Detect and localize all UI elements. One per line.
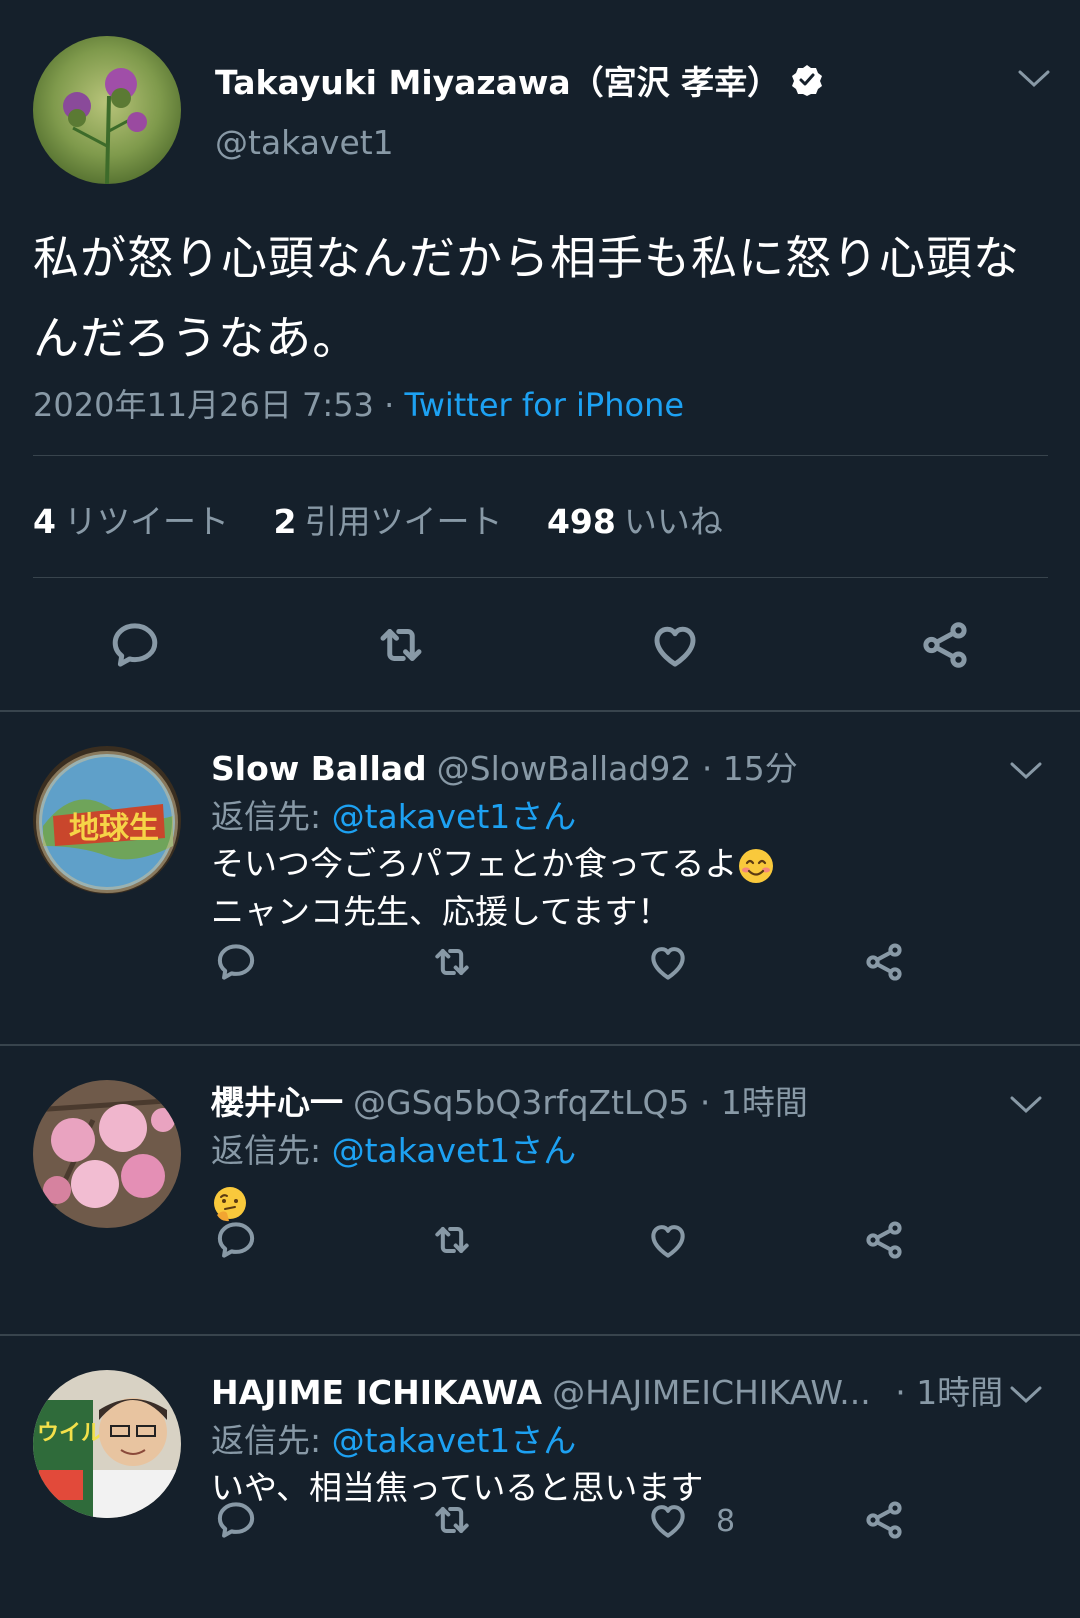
share-icon[interactable] [862,1218,906,1262]
tweet-thread: Takayuki Miyazawa（宮沢 孝幸） @takavet1 私が怒り心… [0,0,1080,1618]
heart-icon[interactable] [646,1498,690,1542]
mention-link[interactable]: @takavet1さん [332,1421,577,1460]
reply-icon[interactable] [108,618,162,672]
reply-to-line: 返信先: @takavet1さん [211,790,576,838]
retweet-icon[interactable] [430,940,474,984]
retweet-icon[interactable] [374,618,428,672]
timestamp[interactable]: · 15分 [691,749,798,788]
avatar[interactable] [33,1080,181,1228]
handle[interactable]: @GSq5bQ3rfqZtLQ5 [353,1083,689,1122]
chevron-down-icon[interactable] [1008,758,1044,782]
avatar[interactable]: ウイルス [33,1370,181,1518]
timestamp[interactable]: · 1時間 [689,1083,808,1122]
handle[interactable]: @takavet1 [215,123,394,162]
reply-header: HAJIME ICHIKAWA @HAJIMEICHIKAW... · 1時間 [211,1366,1003,1414]
reply-tweet[interactable]: ウイルス HAJIME ICHIKAWA @HAJIMEICHIKAW... · … [0,1336,1080,1618]
mention-link[interactable]: @takavet1さん [332,797,577,836]
display-name[interactable]: 櫻井心一 [211,1083,343,1122]
reply-icon[interactable] [214,1498,258,1542]
tweet-text: 私が怒り心頭なんだから相手も私に怒り心頭なんだろうなあ。 [33,231,1020,365]
divider [33,577,1048,578]
smiling-face-emoji [737,847,775,885]
source-link[interactable]: Twitter for iPhone [404,386,684,424]
display-name[interactable]: Takayuki Miyazawa（宮沢 孝幸） [215,56,824,104]
timestamp[interactable]: 2020年11月26日 7:53 · [33,386,404,424]
reply-to-label: 返信先: [211,1421,332,1460]
tweet-stats: 4 リツイート 2 引用ツイート 498 いいね [33,495,757,543]
share-icon[interactable] [862,1498,906,1542]
svg-text:地球生: 地球生 [69,811,159,846]
main-tweet: Takayuki Miyazawa（宮沢 孝幸） @takavet1 私が怒り心… [0,0,1080,710]
quote-stat[interactable]: 2 引用ツイート [273,495,502,543]
handle[interactable]: @HAJIMEICHIKAW... [552,1373,871,1412]
reply-to-label: 返信先: [211,797,332,836]
retweet-stat[interactable]: 4 リツイート [33,495,229,543]
reply-tweet[interactable]: 地球生 Slow Ballad @SlowBallad92 · 15分 返信先: … [0,712,1080,1044]
heart-icon[interactable] [646,1218,690,1262]
heart-icon[interactable] [648,618,702,672]
handle[interactable]: @SlowBallad92 [437,749,692,788]
reply-to-line: 返信先: @takavet1さん [211,1414,576,1462]
chevron-down-icon[interactable] [1016,66,1052,90]
avatar[interactable] [33,36,181,184]
avatar[interactable]: 地球生 [33,746,181,894]
tweet-text: そいつ今ごろパフェとか食ってるよ ニャンコ先生、応援してます！ [211,840,775,936]
reply-tweet[interactable]: 櫻井心一 @GSq5bQ3rfqZtLQ5 · 1時間 返信先: @takavet… [0,1046,1080,1334]
retweet-icon[interactable] [430,1218,474,1262]
like-stat[interactable]: 498 いいね [547,495,723,543]
thinking-face-emoji [211,1185,249,1223]
chevron-down-icon[interactable] [1008,1092,1044,1116]
display-name[interactable]: Slow Ballad [211,749,427,788]
reply-icon[interactable] [214,940,258,984]
display-name[interactable]: HAJIME ICHIKAWA [211,1373,542,1412]
reply-to-line: 返信先: @takavet1さん [211,1124,576,1172]
mention-link[interactable]: @takavet1さん [332,1131,577,1170]
heart-icon[interactable] [646,940,690,984]
tweet-text-line: そいつ今ごろパフェとか食ってるよ [211,844,738,883]
retweet-icon[interactable] [430,1498,474,1542]
tweet-text-line: ニャンコ先生、応援してます！ [211,892,671,931]
reply-to-label: 返信先: [211,1131,332,1170]
reply-header: 櫻井心一 @GSq5bQ3rfqZtLQ5 · 1時間 [211,1076,808,1124]
like-count: 8 [716,1504,736,1539]
reply-icon[interactable] [214,1218,258,1262]
tweet-meta: 2020年11月26日 7:53 · Twitter for iPhone [33,380,684,426]
timestamp[interactable]: · 1時間 [885,1373,1003,1412]
divider [33,455,1048,456]
share-icon[interactable] [918,618,972,672]
verified-badge-icon [790,63,824,97]
share-icon[interactable] [862,940,906,984]
display-name-text: Takayuki Miyazawa（宮沢 孝幸） [215,63,781,102]
chevron-down-icon[interactable] [1008,1382,1044,1406]
reply-header: Slow Ballad @SlowBallad92 · 15分 [211,742,798,790]
